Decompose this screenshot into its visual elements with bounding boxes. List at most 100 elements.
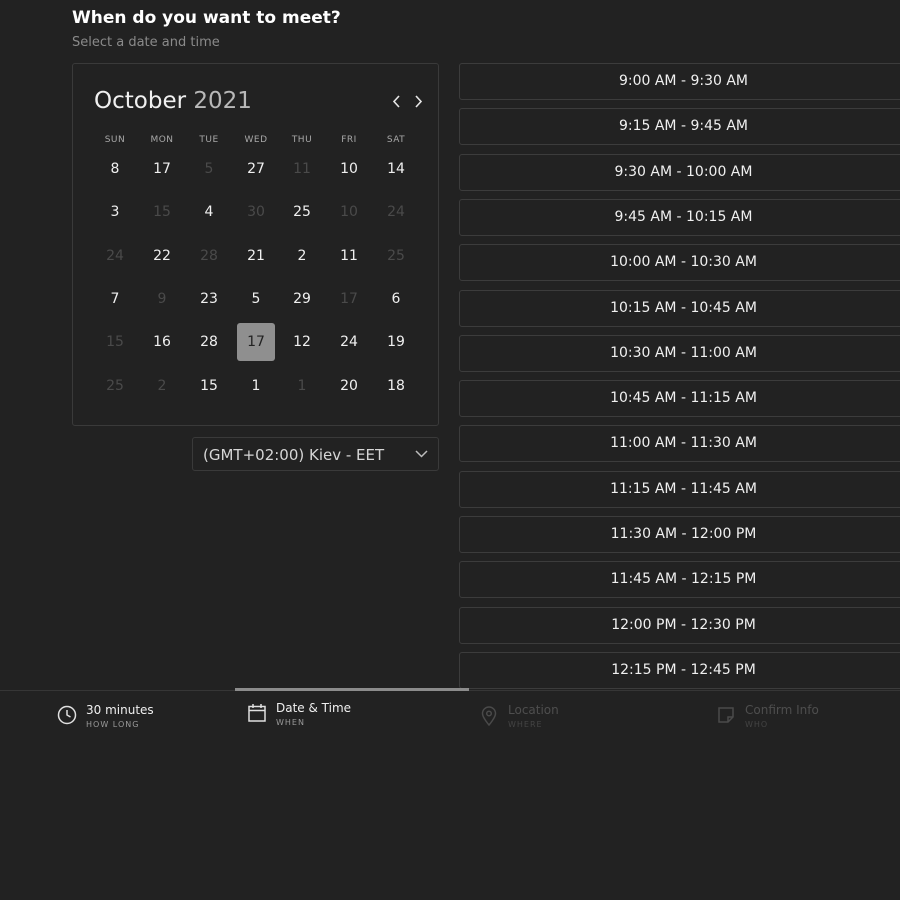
calendar-day: 11 bbox=[293, 161, 311, 177]
calendar-day[interactable]: 10 bbox=[330, 150, 368, 188]
time-slot-button[interactable]: 9:00 AM - 9:30 AM bbox=[459, 63, 900, 100]
calendar-day[interactable]: 20 bbox=[330, 367, 368, 405]
prev-month-button[interactable] bbox=[386, 90, 406, 114]
time-slot-label: 12:00 PM - 12:30 PM bbox=[611, 616, 756, 633]
timezone-value: (GMT+02:00) Kiev - EET bbox=[203, 446, 385, 464]
calendar-day: 15 bbox=[106, 334, 124, 350]
calendar-day[interactable]: 27 bbox=[237, 150, 275, 188]
weekday-label: SAT bbox=[386, 135, 406, 145]
time-slot-label: 9:30 AM - 10:00 AM bbox=[614, 163, 753, 180]
time-slot-button[interactable]: 10:00 AM - 10:30 AM bbox=[459, 244, 900, 282]
calendar-day[interactable]: 18 bbox=[377, 367, 415, 405]
step-location-sub: WHERE bbox=[508, 720, 543, 729]
calendar-day[interactable]: 4 bbox=[190, 193, 228, 231]
chevron-right-icon bbox=[414, 95, 422, 108]
weekday-label: WED bbox=[244, 135, 268, 145]
time-slot-button[interactable]: 10:15 AM - 10:45 AM bbox=[459, 289, 900, 327]
time-slot-button[interactable]: 12:15 PM - 12:45 PM bbox=[459, 651, 900, 689]
calendar-day[interactable]: 8 bbox=[96, 150, 134, 188]
step-location-label: Location bbox=[508, 703, 559, 717]
calendar-day[interactable]: 19 bbox=[377, 323, 415, 361]
time-slot-label: 10:00 AM - 10:30 AM bbox=[610, 254, 757, 271]
next-month-button[interactable] bbox=[408, 90, 428, 114]
chevron-down-icon bbox=[415, 450, 428, 458]
calendar-panel: October 2021 SUN MON TUE WED THU FRI SAT 8 17 5 2… bbox=[72, 63, 439, 426]
current-step-indicator bbox=[235, 688, 469, 691]
time-slot-label: 11:30 AM - 12:00 PM bbox=[610, 526, 757, 542]
weekday-label: TUE bbox=[199, 135, 219, 145]
calendar-day-selected[interactable]: 17 bbox=[237, 323, 275, 361]
calendar-day: 9 bbox=[157, 291, 167, 307]
weekday-label: MON bbox=[150, 135, 174, 145]
calendar-month: October bbox=[94, 88, 187, 114]
time-slot-label: 9:15 AM - 9:45 AM bbox=[618, 118, 749, 135]
calendar-day[interactable]: 16 bbox=[143, 323, 181, 361]
map-pin-icon bbox=[481, 706, 497, 727]
calendar-year: 2021 bbox=[193, 88, 252, 114]
chevron-left-icon bbox=[392, 95, 400, 108]
calendar-day[interactable]: 15 bbox=[190, 367, 228, 405]
time-slot-label: 11:00 AM - 11:30 AM bbox=[610, 435, 757, 452]
time-slot-label: 10:30 AM - 11:00 AM bbox=[610, 344, 757, 361]
calendar-day[interactable]: 11 bbox=[330, 237, 368, 275]
time-slot-label: 11:15 AM - 11:45 AM bbox=[610, 480, 757, 497]
calendar-day[interactable]: 29 bbox=[283, 280, 321, 318]
calendar-day: 5 bbox=[204, 161, 214, 177]
calendar-day[interactable]: 23 bbox=[190, 280, 228, 318]
page-subtitle: Select a date and time bbox=[72, 35, 220, 50]
step-date-time-sub: WHEN bbox=[276, 718, 305, 727]
step-duration-sub: HOW LONG bbox=[86, 720, 140, 729]
calendar-day[interactable]: 5 bbox=[237, 280, 275, 318]
weekday-label: SUN bbox=[104, 135, 126, 145]
time-slot-button[interactable]: 9:30 AM - 10:00 AM bbox=[459, 153, 900, 191]
calendar-day[interactable]: 25 bbox=[283, 193, 321, 231]
calendar-day[interactable]: 22 bbox=[143, 237, 181, 275]
calendar-day: 24 bbox=[106, 248, 124, 264]
weekday-label: FRI bbox=[341, 135, 357, 145]
calendar-day: 1 bbox=[297, 378, 307, 394]
calendar-day[interactable]: 24 bbox=[330, 323, 368, 361]
calendar-month-year: October 2021 bbox=[94, 88, 252, 114]
calendar-day: 2 bbox=[157, 378, 167, 394]
calendar-day: 25 bbox=[106, 378, 124, 394]
calendar-day: 10 bbox=[340, 204, 358, 220]
time-slot-button[interactable]: 12:00 PM - 12:30 PM bbox=[459, 606, 900, 644]
time-slot-button[interactable]: 9:15 AM - 9:45 AM bbox=[459, 108, 900, 146]
calendar-day[interactable]: 6 bbox=[377, 280, 415, 318]
time-slot-button[interactable]: 10:45 AM - 11:15 AM bbox=[459, 380, 900, 418]
calendar-day[interactable]: 14 bbox=[377, 150, 415, 188]
calendar-day[interactable]: 3 bbox=[96, 193, 134, 231]
calendar-day[interactable]: 2 bbox=[283, 237, 321, 275]
time-slot-label: 12:15 PM - 12:45 PM bbox=[611, 661, 756, 678]
calendar-day: 28 bbox=[200, 248, 218, 264]
time-slot-label: 11:45 AM - 12:15 PM bbox=[610, 571, 757, 588]
step-confirm-info-label: Confirm Info bbox=[745, 703, 819, 717]
time-slot-label: 9:45 AM - 10:15 AM bbox=[614, 208, 753, 225]
time-slot-label: 10:45 AM - 11:15 AM bbox=[610, 390, 757, 407]
calendar-day: 17 bbox=[340, 291, 358, 307]
time-slot-label: 9:00 AM - 9:30 AM bbox=[618, 73, 749, 89]
time-slot-button[interactable]: 10:30 AM - 11:00 AM bbox=[459, 334, 900, 372]
weekday-label: THU bbox=[291, 135, 313, 145]
calendar-day[interactable]: 1 bbox=[237, 367, 275, 405]
calendar-icon bbox=[248, 704, 266, 722]
calendar-day: 25 bbox=[387, 248, 405, 264]
calendar-day[interactable]: 7 bbox=[96, 280, 134, 318]
calendar-day: 30 bbox=[247, 204, 265, 220]
time-slot-button[interactable]: 9:45 AM - 10:15 AM bbox=[459, 198, 900, 236]
calendar-day[interactable]: 28 bbox=[190, 323, 228, 361]
calendar-day[interactable]: 12 bbox=[283, 323, 321, 361]
calendar-day[interactable]: 17 bbox=[143, 150, 181, 188]
time-slot-button[interactable]: 11:30 AM - 12:00 PM bbox=[459, 516, 900, 553]
calendar-day: 24 bbox=[387, 204, 405, 220]
step-duration-label: 30 minutes bbox=[86, 703, 154, 717]
time-slot-button[interactable]: 11:00 AM - 11:30 AM bbox=[459, 425, 900, 463]
page-title: When do you want to meet? bbox=[72, 8, 341, 28]
time-slot-button[interactable]: 11:15 AM - 11:45 AM bbox=[459, 470, 900, 508]
time-slot-button[interactable]: 11:45 AM - 12:15 PM bbox=[459, 561, 900, 599]
calendar-day[interactable]: 21 bbox=[237, 237, 275, 275]
time-slot-label: 10:15 AM - 10:45 AM bbox=[610, 299, 757, 316]
timezone-select[interactable]: (GMT+02:00) Kiev - EET bbox=[192, 437, 439, 471]
calendar-day: 15 bbox=[153, 204, 171, 220]
step-date-time-label: Date & Time bbox=[276, 701, 352, 715]
